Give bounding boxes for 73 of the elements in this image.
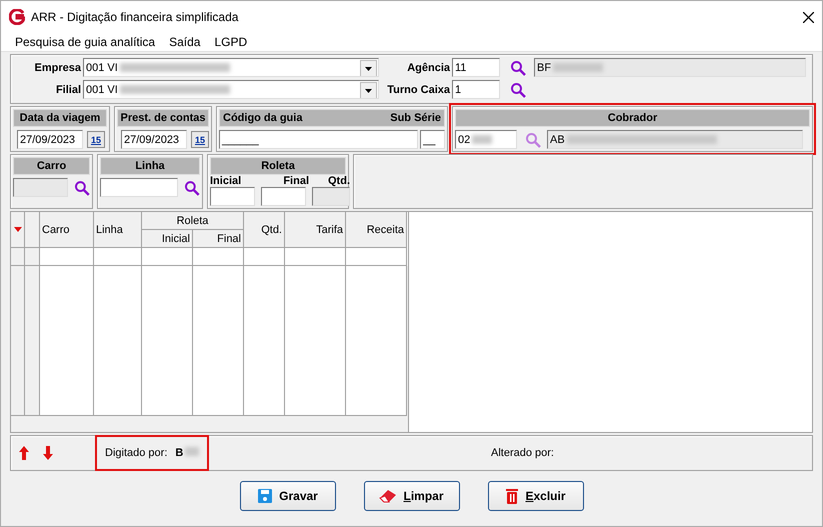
trash-icon bbox=[505, 488, 520, 504]
table-cell bbox=[193, 248, 244, 266]
input-field[interactable]: __ bbox=[420, 130, 445, 149]
date-field[interactable]: 27/09/2023 bbox=[17, 130, 83, 149]
field-label: Inicial bbox=[210, 175, 242, 187]
table-cell bbox=[142, 248, 193, 266]
up-arrow-icon[interactable] bbox=[19, 446, 29, 460]
table-cell bbox=[244, 248, 285, 266]
field-label: Filial bbox=[54, 84, 81, 96]
table-cell bbox=[25, 248, 40, 266]
dropdown-field[interactable]: 001 VI bbox=[83, 58, 379, 77]
redacted-patch bbox=[472, 135, 492, 144]
close-icon[interactable] bbox=[803, 12, 814, 22]
search-icon[interactable] bbox=[510, 82, 526, 98]
name-field: AB bbox=[547, 130, 803, 149]
column-header: Roleta bbox=[142, 212, 244, 230]
input-field[interactable] bbox=[100, 178, 178, 197]
field-label: Qtd. bbox=[327, 175, 350, 187]
group-header: Cobrador bbox=[455, 109, 810, 127]
save-button[interactable]: Gravar bbox=[240, 481, 336, 511]
input-field[interactable] bbox=[210, 187, 255, 206]
app-logo-icon bbox=[9, 9, 25, 25]
group-header: Data da viagem bbox=[13, 109, 107, 127]
input-field[interactable]: 1 bbox=[452, 80, 500, 99]
redacted-patch bbox=[553, 63, 604, 72]
calendar-button[interactable]: 15 bbox=[87, 131, 105, 148]
column-header: Inicial bbox=[142, 230, 193, 248]
field-label: Agência bbox=[406, 62, 450, 74]
column-header: Carro bbox=[40, 212, 94, 248]
field-label: Alterado por: bbox=[491, 447, 554, 459]
delete-button[interactable]: Excluir bbox=[488, 481, 584, 511]
column-header: Tarifa bbox=[285, 212, 346, 248]
group-title: Sub Série bbox=[390, 112, 441, 124]
input-field[interactable]: 11 bbox=[452, 58, 500, 77]
table-cell bbox=[40, 248, 94, 266]
table-cell bbox=[94, 248, 142, 266]
group-header: Roleta bbox=[210, 157, 346, 175]
group-title: Código da guia bbox=[223, 112, 302, 124]
input-field[interactable]: ______ bbox=[219, 130, 418, 149]
eraser-icon bbox=[379, 489, 398, 503]
sort-arrow-icon bbox=[14, 227, 22, 232]
menu-item[interactable]: Pesquisa de guia analítica bbox=[15, 35, 156, 49]
menu-item[interactable]: LGPD bbox=[214, 35, 248, 49]
search-icon[interactable] bbox=[184, 180, 200, 196]
input-field[interactable] bbox=[261, 187, 306, 206]
date-field[interactable]: 27/09/2023 bbox=[121, 130, 187, 149]
search-icon[interactable] bbox=[510, 60, 526, 76]
search-icon[interactable] bbox=[74, 180, 90, 196]
search-icon[interactable] bbox=[525, 132, 541, 148]
field-label: Turno Caixa bbox=[386, 84, 450, 96]
field-label: Digitado por: bbox=[105, 447, 168, 459]
table-cell bbox=[285, 248, 346, 266]
redacted-patch bbox=[185, 447, 200, 456]
column-header: Receita bbox=[346, 212, 407, 248]
column-header: Linha bbox=[94, 212, 142, 248]
field-label: Empresa bbox=[34, 62, 81, 74]
window-title: ARR - Digitação financeira simplificada bbox=[31, 10, 240, 24]
caret-icon bbox=[365, 88, 372, 92]
field-label: Final bbox=[282, 175, 309, 187]
column-header: Final bbox=[193, 230, 244, 248]
column-header: Qtd. bbox=[244, 212, 285, 248]
clear-button[interactable]: Limpar bbox=[364, 481, 460, 511]
input-field[interactable]: 02 bbox=[455, 130, 517, 149]
down-arrow-icon[interactable] bbox=[43, 446, 53, 460]
group-header: Prest. de contas bbox=[117, 109, 209, 127]
caret-icon bbox=[365, 66, 372, 70]
menu-item[interactable]: Saída bbox=[169, 35, 200, 49]
calendar-button[interactable]: 15 bbox=[191, 131, 209, 148]
name-field: BF bbox=[534, 58, 806, 77]
dropdown-field[interactable]: 001 VI bbox=[83, 80, 379, 99]
field-value: B bbox=[175, 447, 200, 459]
group-header: Carro bbox=[13, 157, 90, 175]
group-header: Linha bbox=[100, 157, 200, 175]
